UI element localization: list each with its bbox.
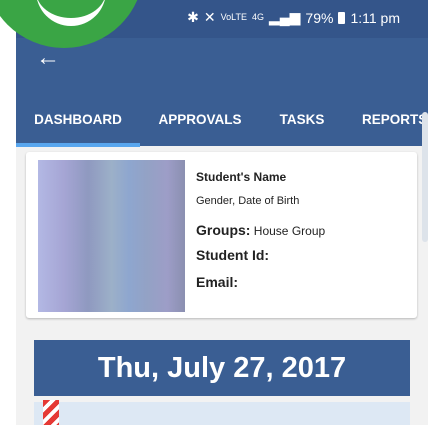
student-groups: Groups: House Group	[196, 222, 325, 238]
student-photo	[38, 160, 185, 312]
clock-time: 1:11 pm	[350, 9, 400, 26]
app-screen: ✱ ✕ VoLTE 4G ▂▄▆ 79% 1:11 pm ← DASHBOARD…	[16, 0, 428, 425]
scrollbar[interactable]	[422, 112, 428, 242]
tab-bar: DASHBOARD APPROVALS TASKS REPORTS	[16, 86, 428, 146]
tab-approvals[interactable]: APPROVALS	[140, 86, 260, 146]
tab-tasks[interactable]: TASKS	[260, 86, 344, 146]
bluetooth-icon: ✱	[187, 9, 199, 25]
signal-icon: ▂▄▆	[268, 9, 301, 25]
student-card[interactable]: Student's Name Gender, Date of Birth Gro…	[26, 152, 417, 318]
arrow-left-icon[interactable]: ←	[36, 44, 60, 72]
tab-selected-indicator	[16, 143, 140, 147]
tab-reports[interactable]: REPORTS	[344, 86, 428, 146]
date-banner: Thu, July 27, 2017	[34, 340, 410, 396]
network-type-label: 4G	[251, 12, 264, 22]
student-gender-dob: Gender, Date of Birth	[196, 195, 300, 207]
groups-label: Groups:	[196, 222, 251, 238]
groups-value: House Group	[253, 224, 326, 238]
battery-icon	[338, 11, 346, 24]
tab-dashboard[interactable]: DASHBOARD	[16, 86, 140, 146]
student-email-label: Email:	[196, 274, 239, 290]
candy-stripe-icon	[43, 400, 59, 425]
mute-icon: ✕	[203, 9, 216, 25]
battery-percent: 79%	[305, 9, 334, 26]
status-icons: ✱ ✕ VoLTE 4G ▂▄▆ 79% 1:11 pm	[187, 9, 400, 26]
volte-label: VoLTE	[220, 12, 247, 22]
student-name: Student's Name	[196, 170, 287, 184]
content-strip	[34, 402, 410, 425]
student-id-label: Student Id:	[196, 247, 270, 263]
